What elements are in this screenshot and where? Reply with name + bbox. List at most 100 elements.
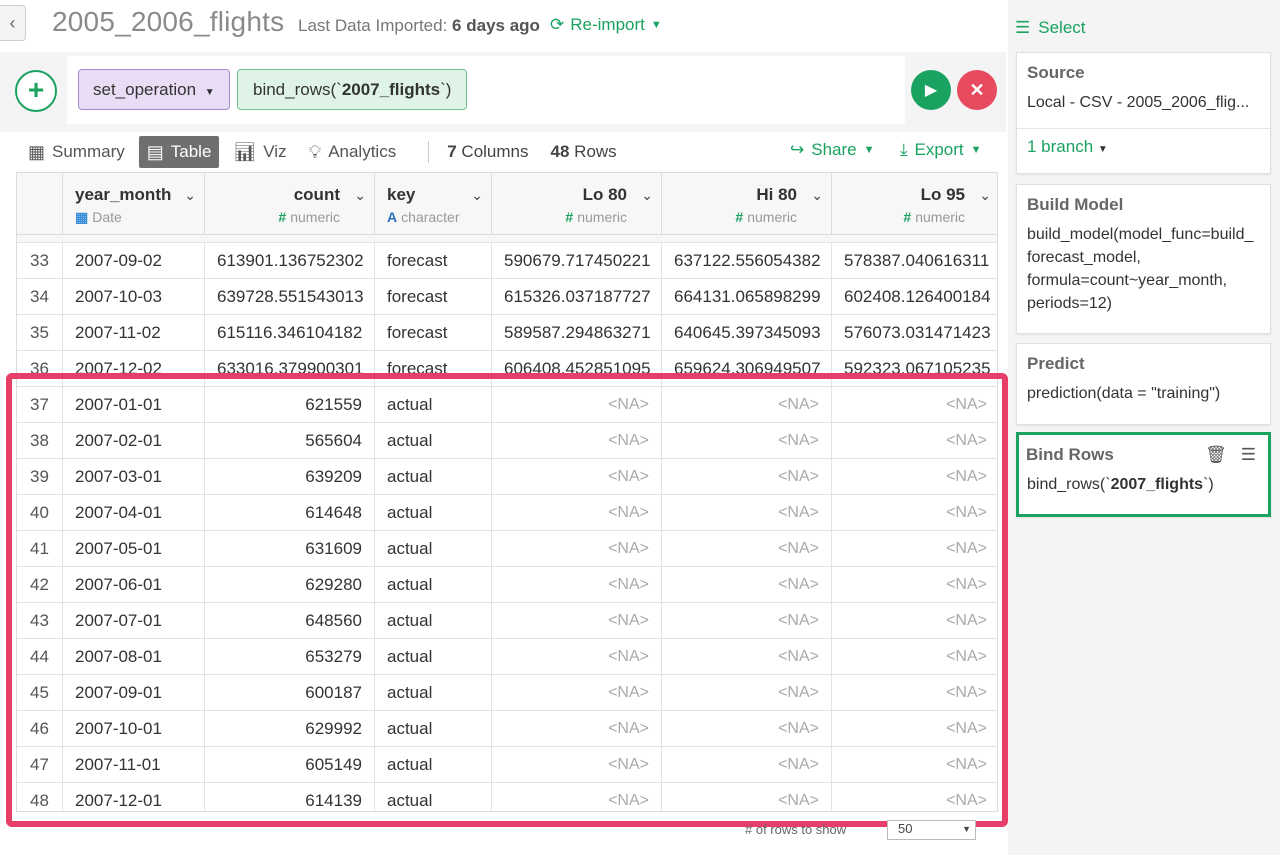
cell-key[interactable]: actual xyxy=(375,459,492,495)
cell-count[interactable]: 633016.379900301 xyxy=(205,351,375,387)
cell-lo-80[interactable]: <NA> xyxy=(492,603,662,639)
cell-year-month[interactable]: 2007-12-02 xyxy=(63,351,205,387)
cell-year-month[interactable]: 2007-09-02 xyxy=(63,243,205,279)
cell-year-month[interactable]: 2007-09-01 xyxy=(63,675,205,711)
cell-key[interactable]: actual xyxy=(375,423,492,459)
table-row[interactable]: 48 2007-12-01 614139 actual <NA> <NA> <NA> xyxy=(17,783,997,811)
add-step-button[interactable]: + xyxy=(15,70,57,112)
cancel-button[interactable]: ✕ xyxy=(957,70,997,110)
cell-count[interactable]: 615116.346104182 xyxy=(205,315,375,351)
branch-dropdown[interactable]: 1 branch ▼ xyxy=(1017,128,1270,169)
cell-hi-80[interactable]: <NA> xyxy=(662,495,832,531)
cell-count[interactable]: 639209 xyxy=(205,459,375,495)
table-row[interactable]: 36 2007-12-02 633016.379900301 forecast 6064… xyxy=(17,351,997,387)
cell-count[interactable]: 613901.136752302 xyxy=(205,243,375,279)
cell-year-month[interactable]: 2007-04-01 xyxy=(63,495,205,531)
cell-hi-80[interactable]: 659624.306949507 xyxy=(662,351,832,387)
cell-hi-80[interactable]: <NA> xyxy=(662,747,832,783)
source-card[interactable]: Source Local - CSV - 2005_2006_flig... 1… xyxy=(1016,52,1271,174)
table-row[interactable]: 47 2007-11-01 605149 actual <NA> <NA> <NA> xyxy=(17,747,997,783)
cell-year-month[interactable]: 2007-03-01 xyxy=(63,459,205,495)
select-button[interactable]: ☰ Select xyxy=(1015,18,1086,38)
cell-lo-80[interactable]: <NA> xyxy=(492,459,662,495)
table-row[interactable]: 39 2007-03-01 639209 actual <NA> <NA> <NA> xyxy=(17,459,997,495)
cell-hi-80[interactable]: <NA> xyxy=(662,711,832,747)
cell-row-number[interactable]: 43 xyxy=(17,603,63,639)
cell-lo-95[interactable]: <NA> xyxy=(832,459,997,495)
share-button[interactable]: ↪ Share ▼ xyxy=(790,140,875,160)
cell-row-number[interactable]: 44 xyxy=(17,639,63,675)
export-button[interactable]: ⤓ Export ▼ xyxy=(900,140,982,160)
tab-summary[interactable]: ▦ Summary xyxy=(20,136,133,168)
table-row[interactable]: 46 2007-10-01 629992 actual <NA> <NA> <NA> xyxy=(17,711,997,747)
cell-hi-80[interactable]: <NA> xyxy=(662,783,832,811)
cell-key[interactable]: actual xyxy=(375,639,492,675)
cell-count[interactable]: 653279 xyxy=(205,639,375,675)
cell-lo-95[interactable]: <NA> xyxy=(832,783,997,811)
cell-key[interactable]: actual xyxy=(375,495,492,531)
cell-lo-95[interactable]: 592323.067105235 xyxy=(832,351,997,387)
build-model-card[interactable]: Build Model build_model(model_func=build… xyxy=(1016,184,1271,334)
cell-row-number[interactable]: 47 xyxy=(17,747,63,783)
cell-year-month[interactable]: 2007-01-01 xyxy=(63,387,205,423)
table-row[interactable]: 33 2007-09-02 613901.136752302 forecast 5906… xyxy=(17,243,997,279)
argument-chip[interactable]: bind_rows(`2007_flights`) xyxy=(237,69,468,110)
cell-year-month[interactable]: 2007-07-01 xyxy=(63,603,205,639)
cell-lo-80[interactable]: <NA> xyxy=(492,423,662,459)
cell-row-number[interactable]: 39 xyxy=(17,459,63,495)
predict-card[interactable]: Predict prediction(data = "training") xyxy=(1016,343,1271,425)
cell-hi-80[interactable]: <NA> xyxy=(662,567,832,603)
cell-hi-80[interactable]: <NA> xyxy=(662,639,832,675)
cell-lo-95[interactable]: <NA> xyxy=(832,423,997,459)
table-row[interactable]: 41 2007-05-01 631609 actual <NA> <NA> <NA> xyxy=(17,531,997,567)
cell-lo-95[interactable]: <NA> xyxy=(832,603,997,639)
chevron-down-icon[interactable]: ⌄ xyxy=(354,187,366,204)
cell-row-number[interactable]: 48 xyxy=(17,783,63,811)
table-row[interactable]: 34 2007-10-03 639728.551543013 forecast 6153… xyxy=(17,279,997,315)
cell-lo-95[interactable]: 576073.031471423 xyxy=(832,315,997,351)
cell-year-month[interactable]: 2007-08-01 xyxy=(63,639,205,675)
cell-lo-95[interactable]: 602408.126400184 xyxy=(832,279,997,315)
cell-key[interactable]: actual xyxy=(375,567,492,603)
cell-year-month[interactable]: 2007-11-01 xyxy=(63,747,205,783)
rows-to-show-select[interactable]: 50 ▼ xyxy=(887,820,976,840)
cell-lo-95[interactable]: <NA> xyxy=(832,567,997,603)
cell-key[interactable]: actual xyxy=(375,531,492,567)
cell-key[interactable]: actual xyxy=(375,711,492,747)
cell-row-number[interactable]: 33 xyxy=(17,243,63,279)
table-row[interactable]: 42 2007-06-01 629280 actual <NA> <NA> <NA> xyxy=(17,567,997,603)
cell-lo-80[interactable]: 606408.452851095 xyxy=(492,351,662,387)
cell-lo-95[interactable]: <NA> xyxy=(832,531,997,567)
cell-lo-80[interactable]: <NA> xyxy=(492,495,662,531)
cell-row-number[interactable]: 37 xyxy=(17,387,63,423)
cell-year-month[interactable]: 2007-12-01 xyxy=(63,783,205,811)
tab-viz[interactable]: 📊︎ Viz xyxy=(225,136,294,168)
cell-count[interactable]: 631609 xyxy=(205,531,375,567)
cell-count[interactable]: 629992 xyxy=(205,711,375,747)
column-header-lo-80[interactable]: Lo 80 # numeric ⌄ xyxy=(492,173,662,235)
cell-lo-80[interactable]: <NA> xyxy=(492,567,662,603)
table-row[interactable]: 45 2007-09-01 600187 actual <NA> <NA> <NA> xyxy=(17,675,997,711)
cell-hi-80[interactable]: <NA> xyxy=(662,459,832,495)
cell-year-month[interactable]: 2007-11-02 xyxy=(63,315,205,351)
table-row[interactable]: 38 2007-02-01 565604 actual <NA> <NA> <NA> xyxy=(17,423,997,459)
cell-row-number[interactable]: 40 xyxy=(17,495,63,531)
cell-row-number[interactable]: 42 xyxy=(17,567,63,603)
trash-icon[interactable]: 🗑︎ xyxy=(1205,445,1227,465)
cell-key[interactable]: actual xyxy=(375,387,492,423)
cell-row-number[interactable]: 41 xyxy=(17,531,63,567)
column-header-key[interactable]: key Acharacter ⌄ xyxy=(375,173,492,235)
chevron-down-icon[interactable]: ⌄ xyxy=(979,187,991,204)
cell-hi-80[interactable]: <NA> xyxy=(662,603,832,639)
cell-row-number[interactable]: 38 xyxy=(17,423,63,459)
cell-key[interactable]: actual xyxy=(375,783,492,811)
tab-table[interactable]: ▤ Table xyxy=(138,136,220,168)
column-header-hi-80[interactable]: Hi 80 # numeric ⌄ xyxy=(662,173,832,235)
cell-row-number[interactable]: 34 xyxy=(17,279,63,315)
cell-hi-80[interactable]: 637122.556054382 xyxy=(662,243,832,279)
cell-lo-80[interactable]: <NA> xyxy=(492,531,662,567)
cell-lo-80[interactable]: <NA> xyxy=(492,675,662,711)
cell-lo-95[interactable]: <NA> xyxy=(832,675,997,711)
cell-count[interactable]: 600187 xyxy=(205,675,375,711)
cell-hi-80[interactable]: 640645.397345093 xyxy=(662,315,832,351)
